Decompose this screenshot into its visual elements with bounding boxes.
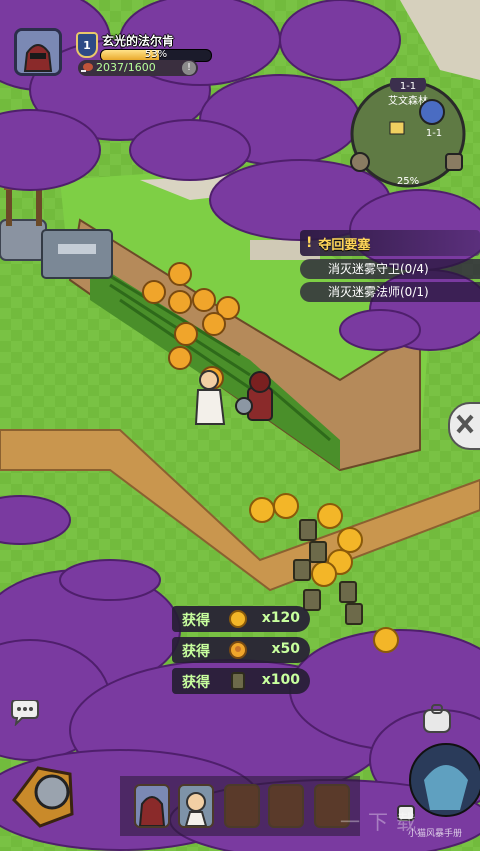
hero-slot-priestess[interactable]: [178, 784, 214, 828]
bottom-bar: [12, 743, 480, 836]
hero-slot-knight[interactable]: [134, 784, 170, 828]
priestess-portrait-icon: [184, 792, 208, 827]
hero-slot-empty[interactable]: [224, 784, 260, 828]
hero-slot-empty[interactable]: [268, 784, 304, 828]
knight-portrait-icon: [138, 796, 166, 827]
battle-helmet-button[interactable]: [12, 766, 74, 828]
watermark-caption: 小猫风暴手册: [407, 829, 462, 839]
helmet-icon: [34, 774, 70, 810]
